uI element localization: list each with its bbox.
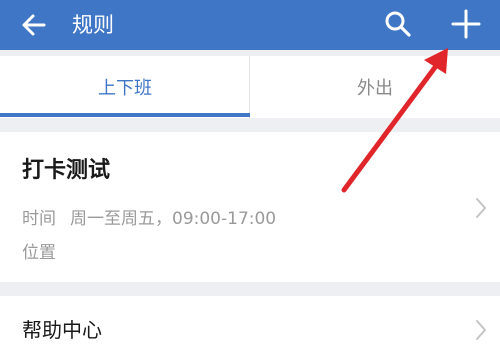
back-arrow-icon[interactable] bbox=[18, 9, 50, 41]
tab-outing[interactable]: 外出 bbox=[250, 56, 500, 118]
chevron-right-icon bbox=[476, 198, 486, 218]
chevron-right-icon bbox=[476, 320, 486, 340]
page-title: 规则 bbox=[72, 13, 114, 37]
tab-commute[interactable]: 上下班 bbox=[0, 56, 250, 118]
time-label: 时间 bbox=[22, 209, 56, 229]
location-label: 位置 bbox=[22, 243, 56, 263]
help-center-label: 帮助中心 bbox=[22, 318, 102, 342]
tab-bar: 上下班 外出 bbox=[0, 56, 500, 118]
rule-time: 时间 周一至周五，09:00-17:00 bbox=[22, 204, 276, 229]
search-icon[interactable] bbox=[382, 8, 414, 40]
rule-name: 打卡测试 bbox=[22, 158, 111, 183]
rule-card[interactable]: 打卡测试 时间 周一至周五，09:00-17:00 位置 bbox=[0, 132, 500, 282]
time-value: 周一至周五，09:00-17:00 bbox=[70, 209, 277, 229]
app-bar: 规则 bbox=[0, 0, 500, 50]
help-center-row[interactable]: 帮助中心 bbox=[0, 296, 500, 356]
active-tab-indicator bbox=[0, 113, 250, 117]
plus-icon[interactable] bbox=[448, 6, 484, 42]
